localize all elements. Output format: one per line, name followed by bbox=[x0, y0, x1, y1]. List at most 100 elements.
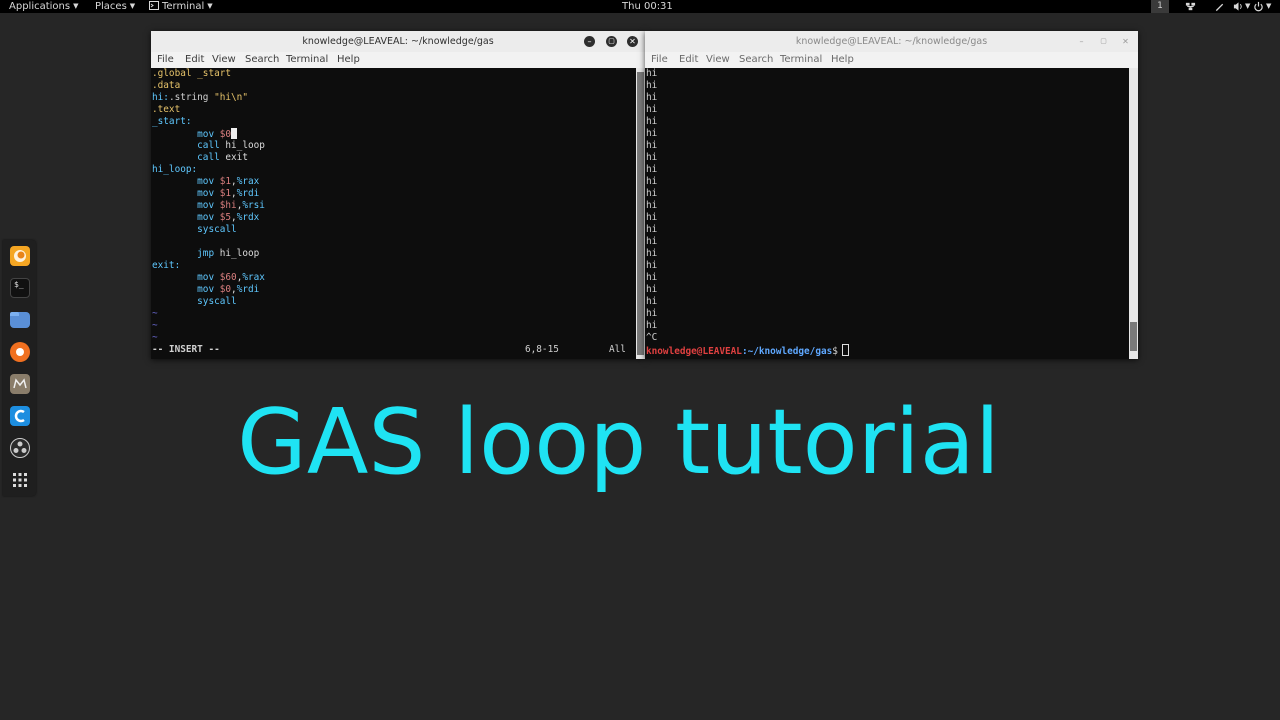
chevron-down-icon: ▼ bbox=[129, 2, 136, 10]
volume-icon[interactable] bbox=[1233, 1, 1244, 12]
prompt-symbol: $ bbox=[832, 346, 838, 357]
terminal-output[interactable]: hi hi hi hi hi hi hi hi hi hi hi hi hi hi hi hi hi hi hi hi… bbox=[645, 68, 1129, 359]
output-line: hi bbox=[646, 128, 658, 139]
code-line: exit: bbox=[152, 260, 181, 271]
right-terminal-window[interactable]: knowledge@LEAVEAL: ~/knowledge/gas – ▢ ✕… bbox=[645, 31, 1138, 359]
menu-view[interactable]: View bbox=[706, 52, 730, 68]
output-line: hi bbox=[646, 116, 658, 127]
power-icon[interactable] bbox=[1253, 1, 1264, 12]
menu-file[interactable]: File bbox=[651, 52, 668, 68]
places-menu[interactable]: Places ▼ bbox=[95, 0, 135, 13]
menu-help[interactable]: Help bbox=[831, 52, 854, 68]
chevron-down-icon[interactable]: ▼ bbox=[1245, 0, 1250, 13]
prompt-path: :~/knowledge/gas bbox=[741, 346, 833, 357]
menu-search[interactable]: Search bbox=[245, 52, 279, 68]
output-line: hi bbox=[646, 92, 658, 103]
terminal-app-menu[interactable]: Terminal ▼ bbox=[149, 0, 213, 13]
places-label: Places bbox=[95, 1, 127, 12]
menu-search[interactable]: Search bbox=[739, 52, 773, 68]
code-line: mov $1,%rdi bbox=[197, 188, 260, 199]
menu-terminal[interactable]: Terminal bbox=[286, 52, 328, 68]
left-scrollbar[interactable] bbox=[636, 68, 645, 359]
right-window-titlebar[interactable]: knowledge@LEAVEAL: ~/knowledge/gas – ▢ ✕ bbox=[645, 31, 1138, 52]
files-icon[interactable] bbox=[10, 312, 30, 328]
output-line: hi bbox=[646, 260, 658, 271]
code-line: mov $hi,%rsi bbox=[197, 200, 265, 211]
menu-help[interactable]: Help bbox=[337, 52, 360, 68]
maximize-icon[interactable]: ▢ bbox=[606, 36, 617, 47]
menu-edit[interactable]: Edit bbox=[185, 52, 204, 68]
minimize-icon[interactable]: – bbox=[584, 36, 595, 47]
close-icon[interactable]: ✕ bbox=[1120, 36, 1131, 47]
code-line: ~ bbox=[152, 320, 158, 331]
applications-label: Applications bbox=[9, 1, 71, 12]
code-line: mov $5,%rdx bbox=[197, 212, 260, 223]
output-line: hi bbox=[646, 284, 658, 295]
code-line: hi_loop: bbox=[152, 164, 198, 175]
chevron-down-icon[interactable]: ▼ bbox=[1266, 0, 1271, 13]
scroll-thumb[interactable] bbox=[637, 72, 644, 355]
output-line: hi bbox=[646, 248, 658, 259]
code-line: mov $0 bbox=[152, 128, 238, 140]
output-line: hi bbox=[646, 188, 658, 199]
minimize-icon[interactable]: – bbox=[1076, 36, 1087, 47]
pen-icon[interactable] bbox=[1214, 1, 1225, 12]
output-line: hi bbox=[646, 152, 658, 163]
text-cursor bbox=[231, 128, 238, 139]
cursor-position: 6,8-15 bbox=[525, 344, 559, 355]
left-window-titlebar[interactable]: knowledge@LEAVEAL: ~/knowledge/gas – ▢ ✕ bbox=[151, 31, 645, 52]
code-line: _start: bbox=[152, 116, 192, 127]
menu-file[interactable]: File bbox=[157, 52, 174, 68]
chevron-down-icon: ▼ bbox=[73, 2, 79, 10]
output-line: hi bbox=[646, 80, 658, 91]
shell-prompt[interactable]: knowledge@LEAVEAL:~/knowledge/gas$ bbox=[646, 344, 849, 357]
prompt-user: knowledge@LEAVEAL bbox=[646, 346, 742, 357]
burp-icon[interactable] bbox=[10, 342, 30, 362]
output-line: hi bbox=[646, 212, 658, 223]
menu-terminal[interactable]: Terminal bbox=[780, 52, 822, 68]
left-terminal-window[interactable]: knowledge@LEAVEAL: ~/knowledge/gas – ▢ ✕… bbox=[151, 31, 645, 359]
maximize-icon[interactable]: ▢ bbox=[1098, 36, 1109, 47]
chevron-down-icon: ▼ bbox=[207, 2, 213, 10]
menu-edit[interactable]: Edit bbox=[679, 52, 698, 68]
code-line: mov $60,%rax bbox=[197, 272, 265, 283]
close-icon[interactable]: ✕ bbox=[627, 36, 638, 47]
window-title: knowledge@LEAVEAL: ~/knowledge/gas bbox=[302, 36, 494, 47]
code-line: jmp hi_loop bbox=[197, 248, 260, 259]
output-line: hi bbox=[646, 224, 658, 235]
menu-view[interactable]: View bbox=[212, 52, 236, 68]
output-line: hi bbox=[646, 164, 658, 175]
clock[interactable]: Thu 00:31 bbox=[622, 0, 673, 13]
code-line: syscall bbox=[197, 224, 237, 235]
terminal-icon[interactable]: $_ bbox=[10, 278, 30, 298]
text-cursor bbox=[841, 344, 849, 356]
scroll-indicator: All bbox=[609, 344, 626, 355]
interrupt-line: ^C bbox=[646, 332, 658, 343]
code-line: call exit bbox=[197, 152, 248, 163]
code-line: .text bbox=[152, 104, 181, 115]
vim-status-line: -- INSERT -- 6,8-15 All bbox=[152, 344, 635, 356]
window-title: knowledge@LEAVEAL: ~/knowledge/gas bbox=[795, 36, 988, 47]
code-line: .data bbox=[152, 80, 181, 91]
output-line: hi bbox=[646, 308, 658, 319]
output-line: hi bbox=[646, 104, 658, 115]
firefox-icon[interactable] bbox=[10, 246, 30, 266]
applications-menu[interactable]: Applications ▼ bbox=[9, 0, 78, 13]
video-title-overlay: GAS loop tutorial bbox=[237, 390, 1000, 495]
code-line: hi:.string "hi\n" bbox=[152, 92, 248, 103]
output-line: hi bbox=[646, 296, 658, 307]
vim-editor[interactable]: .global _start .data hi:.string "hi\n" .tex… bbox=[151, 68, 636, 359]
code-line: mov $1,%rax bbox=[197, 176, 260, 187]
scroll-thumb[interactable] bbox=[1130, 322, 1137, 351]
top-panel: Applications ▼ Places ▼ Terminal ▼ Thu 00:3… bbox=[0, 0, 1280, 13]
workspace-indicator[interactable]: 1 bbox=[1151, 0, 1169, 13]
code-line: ~ bbox=[152, 308, 158, 319]
right-scrollbar[interactable] bbox=[1129, 68, 1138, 359]
network-icon[interactable] bbox=[1185, 1, 1196, 12]
vim-mode: -- INSERT -- bbox=[152, 344, 220, 355]
code-line: .global _start bbox=[152, 68, 232, 79]
code-line: call hi_loop bbox=[197, 140, 265, 151]
output-line: hi bbox=[646, 68, 658, 79]
right-menubar: File Edit View Search Terminal Help bbox=[645, 52, 1138, 69]
output-line: hi bbox=[646, 272, 658, 283]
